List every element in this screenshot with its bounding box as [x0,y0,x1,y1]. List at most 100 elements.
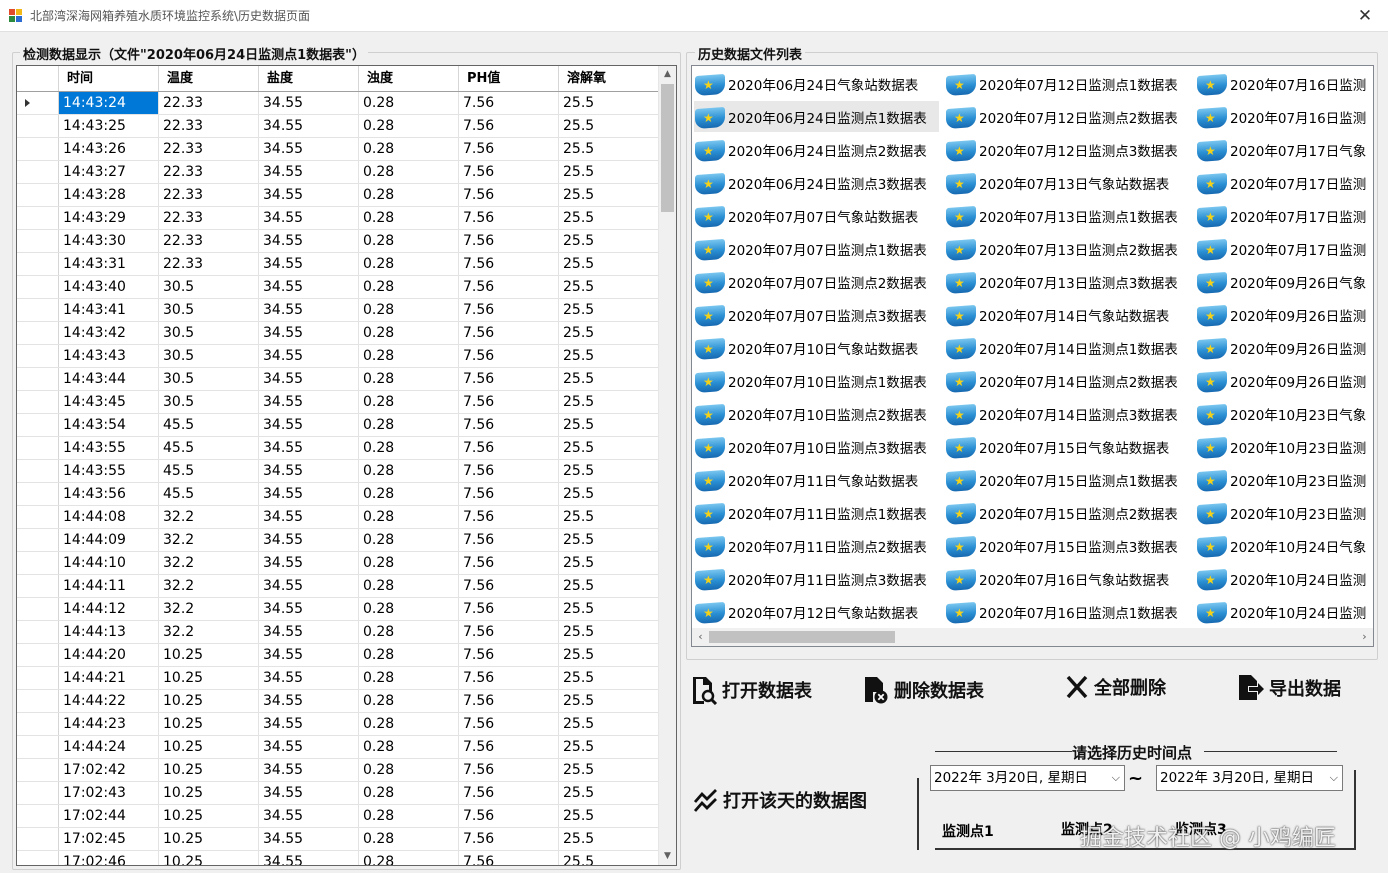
table-cell[interactable]: 10.25 [159,667,259,689]
table-cell[interactable]: 34.55 [259,621,359,643]
row-header[interactable] [17,92,59,114]
table-cell[interactable]: 25.5 [559,299,659,321]
file-list-item[interactable]: ★ 2020年06月24日监测点3数据表 [694,167,939,198]
row-header[interactable] [17,713,59,735]
table-cell[interactable]: 22.33 [159,253,259,275]
column-header[interactable]: 温度 [159,66,259,91]
table-cell[interactable]: 7.56 [459,184,559,206]
column-header[interactable]: PH值 [459,66,559,91]
table-cell[interactable]: 14:44:12 [59,598,159,620]
row-header[interactable] [17,345,59,367]
table-row[interactable]: 14:44:10 32.2 34.55 0.28 7.56 25.5 [17,552,659,575]
table-cell[interactable]: 10.25 [159,644,259,666]
file-list-item[interactable]: ★ 2020年07月16日监测 [1196,101,1373,132]
table-row[interactable]: 14:43:55 45.5 34.55 0.28 7.56 25.5 [17,437,659,460]
file-list-item[interactable]: ★ 2020年07月11日气象站数据表 [694,464,939,495]
table-cell[interactable]: 14:43:54 [59,414,159,436]
file-list-item[interactable]: ★ 2020年07月15日监测点1数据表 [945,464,1190,495]
table-cell[interactable]: 22.33 [159,230,259,252]
row-header[interactable] [17,253,59,275]
file-list-item[interactable]: ★ 2020年07月10日监测点3数据表 [694,431,939,462]
hscroll-thumb[interactable] [709,631,895,643]
table-row[interactable]: 14:43:56 45.5 34.55 0.28 7.56 25.5 [17,483,659,506]
row-header[interactable] [17,851,59,865]
row-header[interactable] [17,322,59,344]
file-list-item[interactable]: ★ 2020年06月24日监测点1数据表 [694,101,939,132]
table-cell[interactable]: 0.28 [359,230,459,252]
table-cell[interactable]: 7.56 [459,736,559,758]
file-list-item[interactable]: ★ 2020年07月15日气象站数据表 [945,431,1190,462]
table-cell[interactable]: 32.2 [159,621,259,643]
table-row[interactable]: 14:44:24 10.25 34.55 0.28 7.56 25.5 [17,736,659,759]
table-cell[interactable]: 34.55 [259,598,359,620]
file-list-item[interactable]: ★ 2020年07月10日监测点2数据表 [694,398,939,429]
table-cell[interactable]: 0.28 [359,161,459,183]
table-cell[interactable]: 17:02:45 [59,828,159,850]
table-row[interactable]: 14:44:21 10.25 34.55 0.28 7.56 25.5 [17,667,659,690]
table-cell[interactable]: 7.56 [459,368,559,390]
delete-all-button[interactable]: 全部删除 [1064,673,1166,701]
scroll-right-icon[interactable]: › [1356,628,1373,646]
row-header[interactable] [17,575,59,597]
row-header[interactable] [17,644,59,666]
table-cell[interactable]: 22.33 [159,138,259,160]
file-list-item[interactable]: ★ 2020年10月24日气象 [1196,530,1373,561]
row-header[interactable] [17,184,59,206]
table-cell[interactable]: 32.2 [159,575,259,597]
delete-table-button[interactable]: 删除数据表 [862,675,984,705]
table-cell[interactable]: 7.56 [459,437,559,459]
table-cell[interactable]: 0.28 [359,253,459,275]
table-row[interactable]: 14:44:12 32.2 34.55 0.28 7.56 25.5 [17,598,659,621]
table-cell[interactable]: 0.28 [359,437,459,459]
table-cell[interactable]: 25.5 [559,322,659,344]
table-cell[interactable]: 34.55 [259,207,359,229]
file-list-item[interactable]: ★ 2020年07月07日气象站数据表 [694,200,939,231]
table-cell[interactable]: 34.55 [259,506,359,528]
table-cell[interactable]: 25.5 [559,414,659,436]
table-cell[interactable]: 34.55 [259,828,359,850]
table-cell[interactable]: 30.5 [159,299,259,321]
export-button[interactable]: 导出数据 [1237,673,1341,703]
table-cell[interactable]: 7.56 [459,506,559,528]
table-row[interactable]: 17:02:46 10.25 34.55 0.28 7.56 25.5 [17,851,659,865]
table-row[interactable]: 14:44:13 32.2 34.55 0.28 7.56 25.5 [17,621,659,644]
table-cell[interactable]: 25.5 [559,460,659,482]
file-list-item[interactable]: ★ 2020年07月14日气象站数据表 [945,299,1190,330]
table-row[interactable]: 14:43:29 22.33 34.55 0.28 7.56 25.5 [17,207,659,230]
table-cell[interactable]: 25.5 [559,253,659,275]
file-list-item[interactable]: ★ 2020年10月23日监测 [1196,431,1373,462]
table-cell[interactable]: 30.5 [159,276,259,298]
table-cell[interactable]: 7.56 [459,276,559,298]
table-cell[interactable]: 0.28 [359,322,459,344]
table-cell[interactable]: 25.5 [559,759,659,781]
table-cell[interactable]: 22.33 [159,161,259,183]
table-cell[interactable]: 34.55 [259,322,359,344]
file-list-item[interactable]: ★ 2020年10月23日气象 [1196,398,1373,429]
file-list-item[interactable]: ★ 2020年07月17日监测 [1196,167,1373,198]
table-cell[interactable]: 0.28 [359,368,459,390]
table-cell[interactable]: 0.28 [359,598,459,620]
horizontal-scrollbar[interactable]: ‹ › [692,628,1373,646]
table-cell[interactable]: 7.56 [459,828,559,850]
row-header[interactable] [17,230,59,252]
file-list-item[interactable]: ★ 2020年09月26日监测 [1196,299,1373,330]
table-cell[interactable]: 25.5 [559,667,659,689]
table-cell[interactable]: 14:43:56 [59,483,159,505]
table-cell[interactable]: 30.5 [159,391,259,413]
table-cell[interactable]: 34.55 [259,575,359,597]
table-cell[interactable]: 10.25 [159,759,259,781]
table-cell[interactable]: 7.56 [459,690,559,712]
table-cell[interactable]: 45.5 [159,437,259,459]
table-cell[interactable]: 7.56 [459,598,559,620]
table-cell[interactable]: 34.55 [259,759,359,781]
file-list-item[interactable]: ★ 2020年07月11日监测点1数据表 [694,497,939,528]
file-list-item[interactable]: ★ 2020年07月17日监测 [1196,200,1373,231]
table-cell[interactable]: 0.28 [359,828,459,850]
table-cell[interactable]: 14:44:09 [59,529,159,551]
file-list-item[interactable]: ★ 2020年07月16日气象站数据表 [945,563,1190,594]
row-header[interactable] [17,759,59,781]
file-list-item[interactable]: ★ 2020年07月16日监测点1数据表 [945,596,1190,627]
table-cell[interactable]: 34.55 [259,782,359,804]
file-list-item[interactable]: ★ 2020年07月12日气象站数据表 [694,596,939,627]
table-cell[interactable]: 25.5 [559,690,659,712]
